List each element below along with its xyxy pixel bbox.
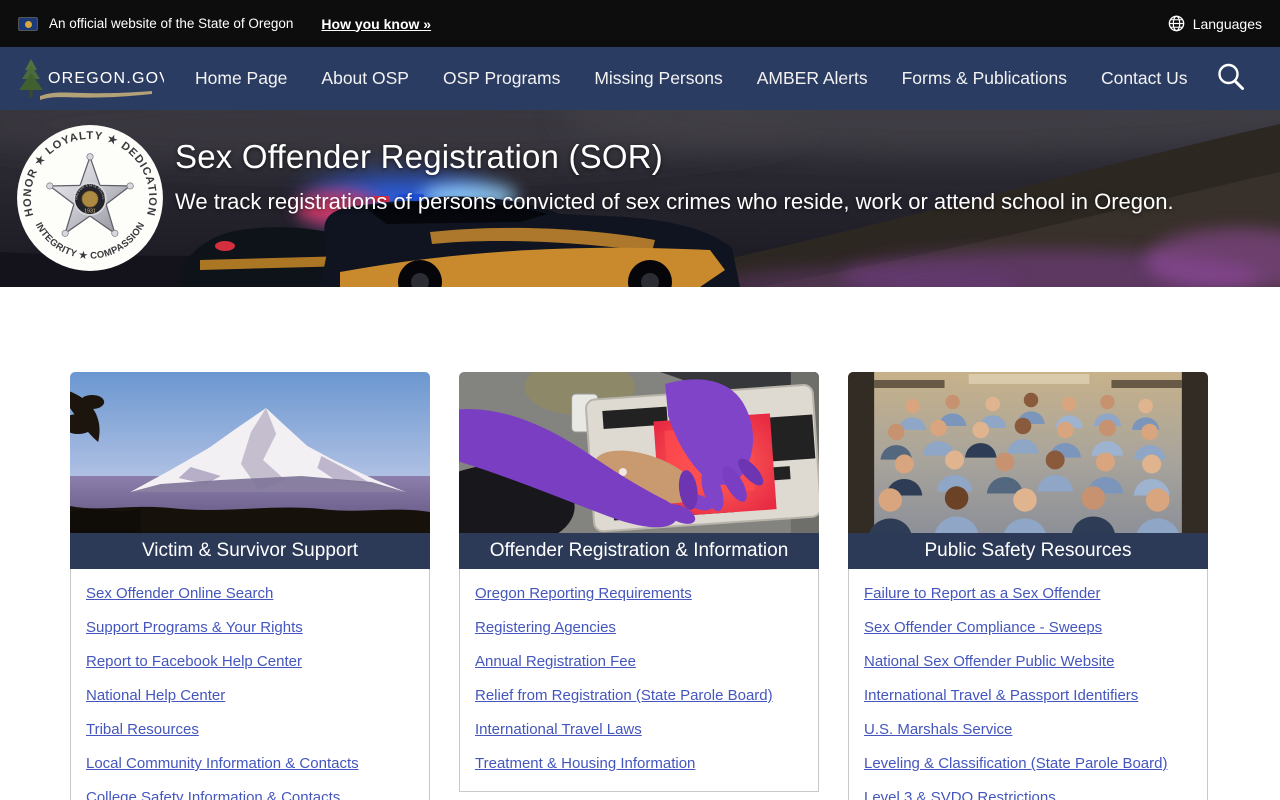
list-item: Leveling & Classification (State Parole …	[864, 747, 1192, 781]
card-title-victim-survivor-support: Victim & Survivor Support	[70, 533, 430, 569]
nav-links: Home Page About OSP OSP Programs Missing…	[178, 58, 1205, 99]
list-item: National Sex Offender Public Website	[864, 645, 1192, 679]
logo-text: OREGON.GOV	[48, 70, 164, 87]
list-item: National Help Center	[86, 679, 414, 713]
card-public-safety-resources: Public Safety Resources Failure to Repor…	[848, 372, 1208, 800]
how-you-know-link[interactable]: How you know »	[321, 16, 431, 32]
nav-item-missing-persons[interactable]: Missing Persons	[577, 58, 739, 99]
link-travel-passport-identifiers[interactable]: International Travel & Passport Identifi…	[864, 687, 1138, 704]
link-level3-svdo-restrictions[interactable]: Level 3 & SVDO Restrictions	[864, 789, 1056, 800]
list-item: Annual Registration Fee	[475, 645, 803, 679]
link-relief-from-registration[interactable]: Relief from Registration (State Parole B…	[475, 687, 773, 704]
main-navigation: OREGON.GOV Home Page About OSP OSP Progr…	[0, 47, 1280, 110]
link-sex-offender-online-search[interactable]: Sex Offender Online Search	[86, 585, 273, 602]
languages-label: Languages	[1192, 15, 1262, 32]
fingerprint-scan-image	[459, 372, 819, 533]
official-website-text: An official website of the State of Oreg…	[49, 16, 294, 31]
list-item: Treatment & Housing Information	[475, 747, 803, 781]
police-group-image	[848, 372, 1208, 533]
list-item: Tribal Resources	[86, 713, 414, 747]
list-item: International Travel Laws	[475, 713, 803, 747]
card-title-public-safety-resources: Public Safety Resources	[848, 533, 1208, 569]
link-local-community-info[interactable]: Local Community Information & Contacts	[86, 755, 359, 772]
list-item: Sex Offender Online Search	[86, 577, 414, 611]
link-treatment-housing-info[interactable]: Treatment & Housing Information	[475, 755, 695, 772]
list-item: Relief from Registration (State Parole B…	[475, 679, 803, 713]
link-national-sex-offender-website[interactable]: National Sex Offender Public Website	[864, 653, 1114, 670]
link-international-travel-laws[interactable]: International Travel Laws	[475, 721, 642, 738]
list-item: U.S. Marshals Service	[864, 713, 1192, 747]
utility-bar: An official website of the State of Oreg…	[0, 0, 1280, 47]
link-support-programs-rights[interactable]: Support Programs & Your Rights	[86, 619, 303, 636]
nav-item-amber-alerts[interactable]: AMBER Alerts	[740, 58, 885, 99]
page-subtitle: We track registrations of persons convic…	[175, 189, 1174, 214]
link-registering-agencies[interactable]: Registering Agencies	[475, 619, 616, 636]
card-victim-survivor-support: Victim & Survivor Support Sex Offender O…	[70, 372, 430, 800]
oregon-flag-icon	[18, 16, 38, 31]
globe-icon	[1168, 15, 1185, 32]
oregon-gov-logo[interactable]: OREGON.GOV	[14, 53, 164, 105]
list-item: International Travel & Passport Identifi…	[864, 679, 1192, 713]
page-title: Sex Offender Registration (SOR)	[175, 138, 663, 175]
osp-badge: HONOR ★ LOYALTY ★ DEDICATION INTEGRITY ★…	[17, 125, 163, 271]
list-item: Support Programs & Your Rights	[86, 611, 414, 645]
link-report-facebook-help[interactable]: Report to Facebook Help Center	[86, 653, 302, 670]
list-item: Failure to Report as a Sex Offender	[864, 577, 1192, 611]
link-compliance-sweeps[interactable]: Sex Offender Compliance - Sweeps	[864, 619, 1102, 636]
list-item: Registering Agencies	[475, 611, 803, 645]
link-us-marshals-service[interactable]: U.S. Marshals Service	[864, 721, 1012, 738]
nav-item-home-page[interactable]: Home Page	[178, 58, 304, 99]
list-item: College Safety Information & Contacts	[86, 781, 414, 800]
card-title-offender-registration: Offender Registration & Information	[459, 533, 819, 569]
victim-support-link-list: Sex Offender Online Search Support Progr…	[86, 577, 414, 800]
nav-item-about-osp[interactable]: About OSP	[304, 58, 426, 99]
link-tribal-resources[interactable]: Tribal Resources	[86, 721, 199, 738]
public-safety-link-list: Failure to Report as a Sex Offender Sex …	[864, 577, 1192, 800]
hero-banner: HONOR ★ LOYALTY ★ DEDICATION INTEGRITY ★…	[0, 110, 1280, 287]
badge-year-text: 1931	[84, 208, 96, 214]
nav-item-osp-programs[interactable]: OSP Programs	[426, 58, 577, 99]
search-button[interactable]	[1208, 54, 1254, 103]
list-item: Report to Facebook Help Center	[86, 645, 414, 679]
list-item: Local Community Information & Contacts	[86, 747, 414, 781]
languages-button[interactable]: Languages	[1168, 15, 1262, 32]
link-failure-to-report[interactable]: Failure to Report as a Sex Offender	[864, 585, 1101, 602]
list-item: Level 3 & SVDO Restrictions	[864, 781, 1192, 800]
search-icon	[1218, 63, 1244, 90]
resource-cards: Victim & Survivor Support Sex Offender O…	[0, 287, 1280, 800]
link-oregon-reporting-requirements[interactable]: Oregon Reporting Requirements	[475, 585, 692, 602]
list-item: Sex Offender Compliance - Sweeps	[864, 611, 1192, 645]
link-leveling-classification[interactable]: Leveling & Classification (State Parole …	[864, 755, 1168, 772]
mount-hood-image	[70, 372, 430, 533]
link-annual-registration-fee[interactable]: Annual Registration Fee	[475, 653, 636, 670]
card-offender-registration: Offender Registration & Information Oreg…	[459, 372, 819, 800]
nav-item-forms-publications[interactable]: Forms & Publications	[885, 58, 1084, 99]
link-national-help-center[interactable]: National Help Center	[86, 687, 225, 704]
list-item: Oregon Reporting Requirements	[475, 577, 803, 611]
nav-item-contact-us[interactable]: Contact Us	[1084, 58, 1205, 99]
link-college-safety-info[interactable]: College Safety Information & Contacts	[86, 789, 340, 800]
offender-registration-link-list: Oregon Reporting Requirements Registerin…	[475, 577, 803, 781]
